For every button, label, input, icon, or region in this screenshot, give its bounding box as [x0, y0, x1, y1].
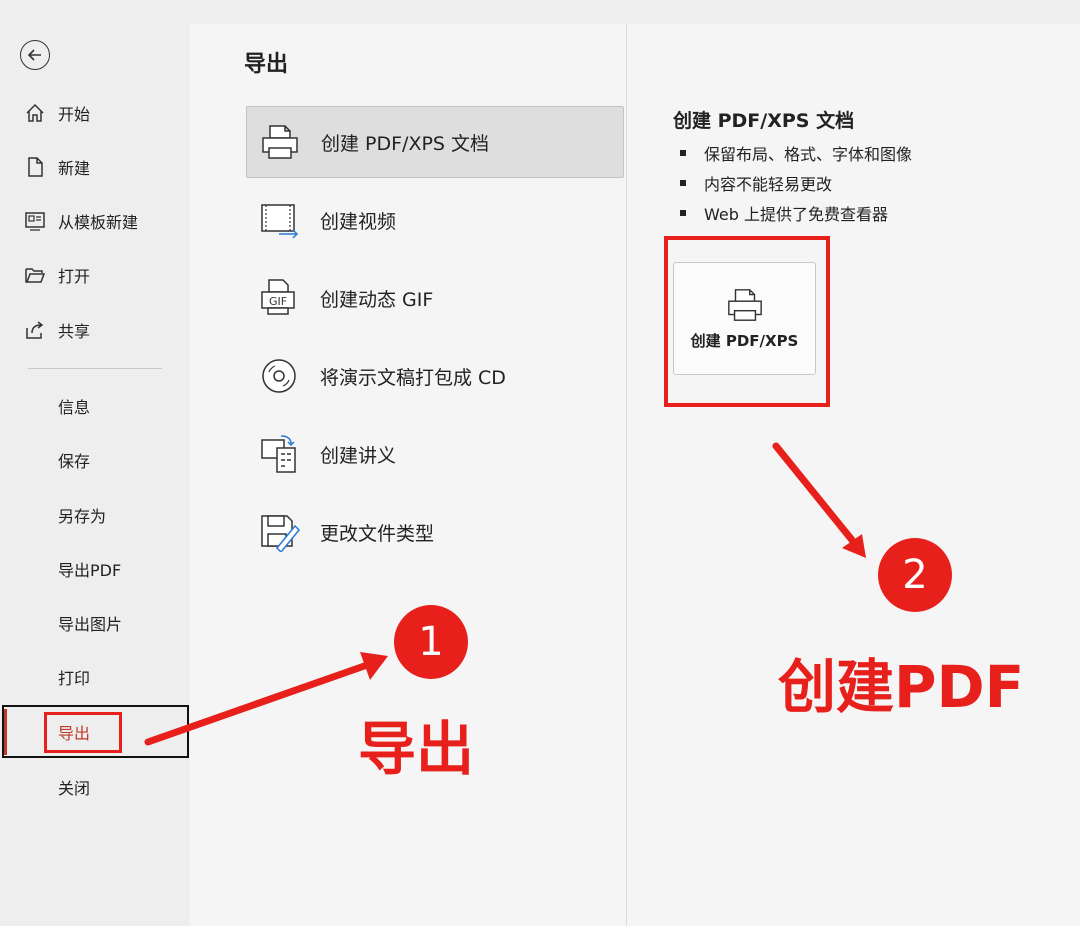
nav-item-save[interactable]: 保存 [58, 445, 90, 475]
detail-bullets: 保留布局、格式、字体和图像 内容不能轻易更改 Web 上提供了免费查看器 [680, 138, 912, 228]
printer-icon [255, 120, 305, 164]
share-icon [22, 318, 48, 342]
export-option-change-file-type[interactable]: 更改文件类型 [246, 496, 624, 568]
export-option-label: 更改文件类型 [320, 522, 435, 545]
export-option-label: 创建讲义 [320, 444, 397, 467]
nav-item-new[interactable]: 新建 [22, 147, 90, 187]
nav-item-label: 从模板新建 [58, 213, 139, 232]
nav-item-close[interactable]: 关闭 [58, 772, 90, 802]
nav-item-home[interactable]: 开始 [22, 93, 90, 133]
nav-item-new-from-template[interactable]: 从模板新建 [22, 201, 138, 241]
nav-item-save-as[interactable]: 另存为 [58, 500, 106, 530]
svg-text:GIF: GIF [269, 295, 287, 308]
nav-item-export-pdf[interactable]: 导出PDF [58, 554, 121, 584]
video-icon [254, 198, 304, 242]
step-badge-2: 2 [878, 538, 952, 612]
step-badge-1: 1 [394, 605, 468, 679]
template-icon [22, 209, 48, 233]
nav-item-label: 打开 [58, 267, 91, 286]
back-button[interactable] [20, 40, 50, 70]
sidebar-divider [28, 368, 162, 369]
export-option-label: 将演示文稿打包成 CD [320, 366, 506, 389]
export-option-gif[interactable]: GIF 创建动态 GIF [246, 262, 624, 334]
gif-icon: GIF [254, 276, 304, 320]
nav-item-share[interactable]: 共享 [22, 310, 90, 350]
page-title: 导出 [244, 52, 289, 77]
backstage-sidebar: 开始 新建 从模板新建 打开 共享 信息 保存 另存为 导出PDF 导出图片 打… [0, 0, 190, 926]
annotation-highlight-create-pdf [664, 236, 830, 407]
export-option-pdf-xps[interactable]: 创建 PDF/XPS 文档 [246, 106, 624, 178]
nav-item-export-image[interactable]: 导出图片 [58, 608, 122, 638]
detail-title: 创建 PDF/XPS 文档 [673, 110, 855, 132]
export-option-label: 创建动态 GIF [320, 288, 434, 311]
list-item: 内容不能轻易更改 [680, 168, 912, 198]
annotation-label-create-pdf: 创建PDF [778, 653, 1025, 721]
home-icon [22, 101, 48, 125]
bullet-icon [680, 180, 686, 186]
export-option-video[interactable]: 创建视频 [246, 184, 624, 256]
nav-item-info[interactable]: 信息 [58, 391, 90, 421]
list-item: Web 上提供了免费查看器 [680, 198, 912, 228]
bullet-icon [680, 210, 686, 216]
export-option-handouts[interactable]: 创建讲义 [246, 418, 624, 490]
annotation-highlight-export [44, 712, 122, 753]
handout-icon [254, 432, 304, 476]
change-file-type-icon [254, 510, 304, 554]
annotation-label-export: 导出 [358, 715, 475, 783]
cd-icon [254, 354, 304, 398]
export-option-label: 创建 PDF/XPS 文档 [321, 132, 490, 155]
nav-item-label: 新建 [58, 159, 91, 178]
list-item: 保留布局、格式、字体和图像 [680, 138, 912, 168]
nav-item-print[interactable]: 打印 [58, 662, 90, 692]
bullet-icon [680, 150, 686, 156]
nav-item-label: 开始 [58, 105, 91, 124]
export-option-label: 创建视频 [320, 210, 397, 233]
folder-open-icon [22, 263, 48, 287]
new-file-icon [22, 155, 48, 179]
export-option-package-cd[interactable]: 将演示文稿打包成 CD [246, 340, 624, 412]
nav-item-label: 共享 [58, 322, 91, 341]
nav-item-open[interactable]: 打开 [22, 255, 90, 295]
arrow-left-icon [27, 49, 41, 61]
